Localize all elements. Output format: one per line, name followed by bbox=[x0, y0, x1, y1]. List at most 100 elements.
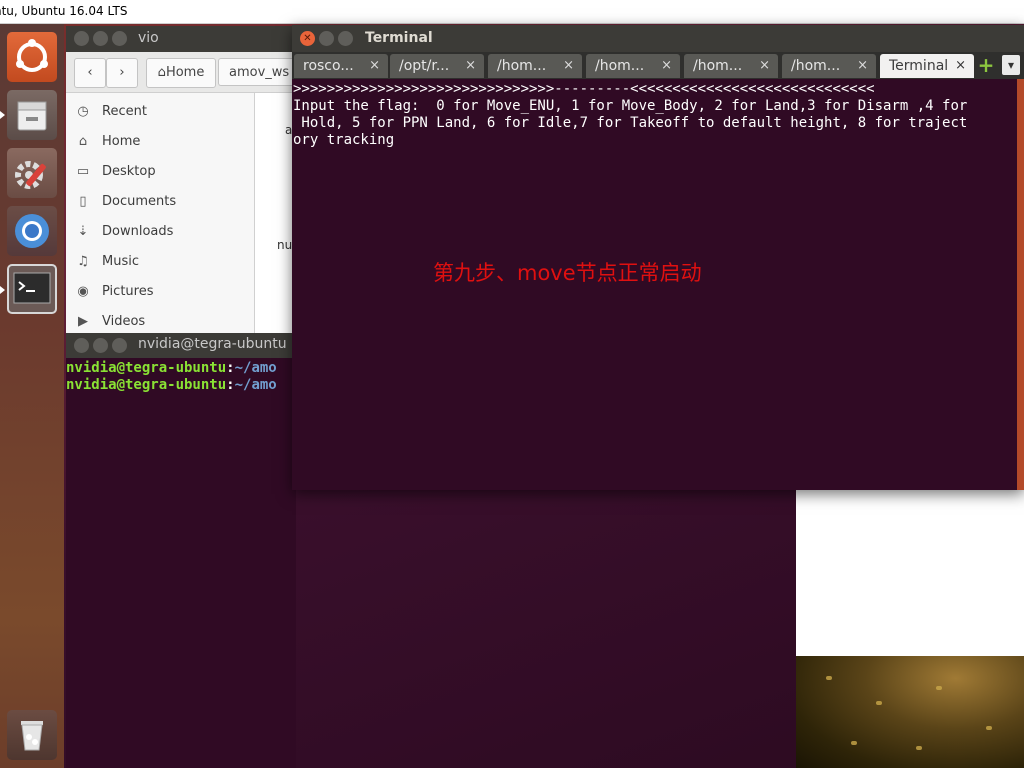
tab-home-2[interactable]: /hom... × bbox=[586, 54, 680, 78]
close-button[interactable] bbox=[74, 338, 89, 353]
annotation-text: 第九步、move节点正常启动 bbox=[433, 261, 702, 285]
file-manager-title: vio bbox=[138, 30, 159, 46]
video-icon: ▶ bbox=[78, 314, 88, 329]
document-icon: ▯ bbox=[79, 194, 87, 209]
sidebar-item-desktop[interactable]: ▭ Desktop bbox=[66, 157, 254, 187]
photo-preview bbox=[796, 656, 1024, 768]
photo-detail bbox=[936, 686, 942, 690]
close-button[interactable] bbox=[74, 31, 89, 46]
sidebar-item-label: Home bbox=[102, 134, 141, 149]
tab-rosco[interactable]: rosco... × bbox=[294, 54, 388, 78]
tab-label: /hom... bbox=[693, 58, 743, 74]
sidebar-item-label: Downloads bbox=[102, 224, 174, 239]
sidebar-item-recent[interactable]: ◷ Recent bbox=[66, 97, 254, 127]
close-tab-icon[interactable]: × bbox=[563, 54, 574, 78]
terminal-tab-bar: rosco... × /opt/r... × /hom... × /hom... × /… bbox=[292, 52, 1024, 79]
home-icon: ⌂ bbox=[157, 65, 166, 80]
outer-window-title: ntu, Ubuntu 16.04 LTS bbox=[0, 4, 128, 18]
path-home-button[interactable]: ⌂Home bbox=[146, 58, 216, 88]
files-app-icon[interactable] bbox=[7, 90, 57, 140]
sidebar-item-label: Documents bbox=[102, 194, 177, 209]
maximize-button[interactable] bbox=[112, 31, 127, 46]
terminal-scrollbar[interactable] bbox=[1017, 79, 1024, 490]
download-icon: ⇣ bbox=[77, 224, 89, 239]
desktop-icon: ▭ bbox=[76, 164, 90, 179]
sidebar-item-music[interactable]: ♫ Music bbox=[66, 247, 254, 277]
terminal-prompt-line: nvidia@tegra-ubuntu:~/amo bbox=[66, 377, 277, 394]
running-indicator bbox=[0, 286, 5, 294]
secondary-terminal-title-bar[interactable]: nvidia@tegra-ubuntu bbox=[66, 333, 296, 358]
minimize-button[interactable] bbox=[93, 338, 108, 353]
file-item-label[interactable]: nu bbox=[277, 238, 292, 252]
home-icon: ⌂ bbox=[78, 134, 88, 149]
forward-button[interactable]: › bbox=[106, 58, 138, 88]
output-line: >>>>>>>>>>>>>>>>>>>>>>>>>>>>>>>---------… bbox=[293, 81, 875, 97]
sidebar-item-documents[interactable]: ▯ Documents bbox=[66, 187, 254, 217]
tab-home-4[interactable]: /hom... × bbox=[782, 54, 876, 78]
photo-detail bbox=[916, 746, 922, 750]
prompt-user: nvidia@tegra-ubuntu bbox=[66, 360, 227, 376]
tab-home-3[interactable]: /hom... × bbox=[684, 54, 778, 78]
sidebar-item-label: Pictures bbox=[102, 284, 154, 299]
close-icon[interactable]: ✕ bbox=[300, 31, 315, 46]
prompt-path: ~/amo bbox=[234, 377, 277, 393]
file-manager-window: vio ‹ › ⌂Home amov_ws ◷ Recent ⌂ Home ▭ Des… bbox=[66, 26, 306, 336]
prompt-path: ~/amo bbox=[234, 360, 277, 376]
new-tab-icon[interactable]: + bbox=[977, 54, 995, 76]
output-line: Hold, 5 for PPN Land, 6 for Idle,7 for T… bbox=[293, 115, 968, 131]
main-terminal-window: ✕ Terminal rosco... × /opt/r... × /hom... ×… bbox=[292, 25, 1024, 490]
clock-icon: ◷ bbox=[77, 104, 89, 119]
path-home-label: Home bbox=[165, 65, 205, 80]
chromium-icon[interactable] bbox=[7, 206, 57, 256]
secondary-terminal-window: nvidia@tegra-ubuntu nvidia@tegra-ubuntu:… bbox=[66, 333, 296, 768]
close-tab-icon[interactable]: × bbox=[369, 54, 380, 78]
unity-launcher bbox=[0, 24, 64, 768]
file-manager-toolbar: ‹ › ⌂Home amov_ws bbox=[66, 52, 306, 93]
close-tab-icon[interactable]: × bbox=[955, 54, 966, 78]
close-tab-icon[interactable]: × bbox=[857, 54, 868, 78]
tab-label: /opt/r... bbox=[399, 58, 450, 74]
system-settings-icon[interactable] bbox=[7, 148, 57, 198]
music-icon: ♫ bbox=[77, 254, 89, 269]
prompt-separator: : bbox=[226, 360, 235, 376]
tab-label: /hom... bbox=[791, 58, 841, 74]
maximize-button[interactable] bbox=[112, 338, 127, 353]
trash-icon[interactable] bbox=[7, 710, 57, 760]
sidebar-item-pictures[interactable]: ◉ Pictures bbox=[66, 277, 254, 307]
photo-detail bbox=[826, 676, 832, 680]
tab-menu-icon[interactable]: ▾ bbox=[1002, 55, 1020, 75]
close-tab-icon[interactable]: × bbox=[759, 54, 770, 78]
file-manager-title-bar[interactable]: vio bbox=[66, 26, 306, 52]
tab-label: Terminal bbox=[889, 58, 949, 74]
minimize-button[interactable] bbox=[93, 31, 108, 46]
sidebar-item-label: Recent bbox=[102, 104, 147, 119]
output-line: Input the flag: 0 for Move_ENU, 1 for Mo… bbox=[293, 98, 968, 114]
tab-label: rosco... bbox=[303, 58, 354, 74]
photo-detail bbox=[876, 701, 882, 705]
prompt-user: nvidia@tegra-ubuntu bbox=[66, 377, 227, 393]
terminal-output[interactable]: >>>>>>>>>>>>>>>>>>>>>>>>>>>>>>>---------… bbox=[293, 81, 1015, 149]
terminal-title-bar[interactable]: ✕ Terminal bbox=[292, 25, 1024, 52]
ubuntu-dash-icon[interactable] bbox=[7, 32, 57, 82]
minimize-button[interactable] bbox=[319, 31, 334, 46]
camera-icon: ◉ bbox=[77, 284, 89, 299]
tab-terminal-active[interactable]: Terminal × bbox=[880, 54, 974, 78]
photo-detail bbox=[851, 741, 857, 745]
sidebar-item-label: Desktop bbox=[102, 164, 156, 179]
secondary-terminal-title: nvidia@tegra-ubuntu bbox=[138, 336, 287, 352]
close-tab-icon[interactable]: × bbox=[465, 54, 476, 78]
tab-opt[interactable]: /opt/r... × bbox=[390, 54, 484, 78]
terminal-app-icon[interactable] bbox=[7, 264, 57, 314]
close-tab-icon[interactable]: × bbox=[661, 54, 672, 78]
tab-label: /hom... bbox=[595, 58, 645, 74]
tab-home-1[interactable]: /hom... × bbox=[488, 54, 582, 78]
prompt-separator: : bbox=[226, 377, 235, 393]
sidebar-item-home[interactable]: ⌂ Home bbox=[66, 127, 254, 157]
maximize-button[interactable] bbox=[338, 31, 353, 46]
outer-window-title-bar: ntu, Ubuntu 16.04 LTS bbox=[0, 0, 1024, 24]
back-button[interactable]: ‹ bbox=[74, 58, 106, 88]
running-indicator bbox=[0, 111, 5, 119]
sidebar-item-downloads[interactable]: ⇣ Downloads bbox=[66, 217, 254, 247]
output-line: ory tracking bbox=[293, 132, 395, 148]
terminal-prompt-line: nvidia@tegra-ubuntu:~/amo bbox=[66, 360, 277, 377]
